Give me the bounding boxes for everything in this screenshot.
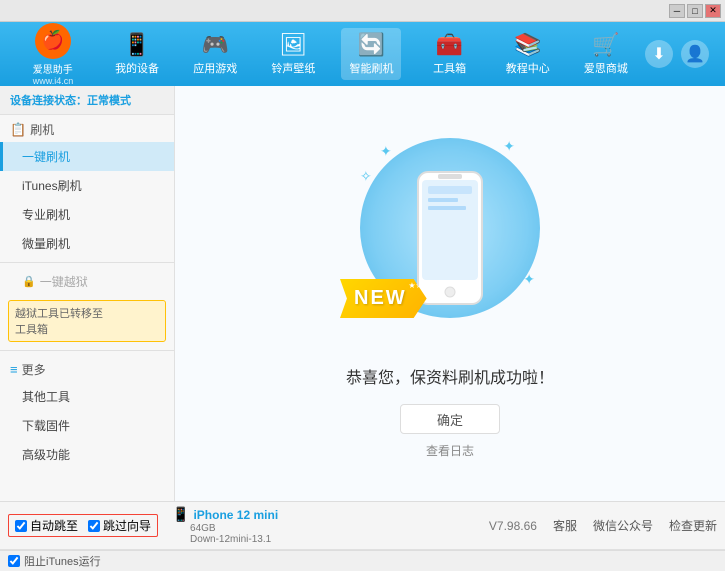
nav-ringtone[interactable]: 🖼 铃声壁纸 (263, 28, 323, 80)
my-device-label: 我的设备 (115, 60, 159, 76)
content-area: ✦ ✦ ✧ ✦ NEW ★★ 恭喜您，保资料刷机成功啦！ 确定 (175, 86, 725, 501)
nav-toolbox[interactable]: 🧰 工具箱 (420, 28, 480, 80)
confirm-button[interactable]: 确定 (400, 404, 500, 434)
lock-icon: 🔒 (22, 275, 36, 288)
revisit-link[interactable]: 查看日志 (426, 442, 474, 459)
title-bar: ─ □ ✕ (0, 0, 725, 22)
sidebar-item-other-tools[interactable]: 其他工具 (0, 382, 174, 411)
skip-wizard-input[interactable] (88, 520, 100, 532)
tutorial-icon: 📚 (514, 32, 541, 58)
mall-label: 爱思商城 (584, 60, 628, 76)
nav-tutorial[interactable]: 📚 教程中心 (498, 28, 558, 80)
sidebar-item-wipe-flash[interactable]: 微量刷机 (0, 229, 174, 258)
nav-right-buttons: ⬇ 👤 (645, 40, 709, 68)
device-storage: 64GB (172, 523, 278, 534)
flash-section-title: 📋 刷机 (0, 115, 174, 142)
more-section-icon: ≡ (10, 362, 18, 377)
my-device-icon: 📱 (123, 32, 150, 58)
top-nav: 🍎 爱思助手 www.i4.cn 📱 我的设备 🎮 应用游戏 🖼 铃声壁纸 🔄 … (0, 22, 725, 86)
sidebar-item-one-key-flash[interactable]: 一键刷机 (0, 142, 174, 171)
version-label: V7.98.66 (489, 519, 537, 533)
status-label: 设备连接状态： (10, 95, 87, 107)
sidebar-item-itunes-flash[interactable]: iTunes刷机 (0, 171, 174, 200)
device-status-row: 自动跳至 跳过向导 📱 iPhone 12 mini 64GB Down-12m… (0, 502, 725, 550)
device-info: 📱 iPhone 12 mini 64GB Down-12mini-13.1 (172, 506, 278, 545)
download-button[interactable]: ⬇ (645, 40, 673, 68)
mall-icon: 🛒 (592, 32, 619, 58)
apps-games-label: 应用游戏 (193, 60, 237, 76)
success-title: 恭喜您，保资料刷机成功啦！ (346, 364, 554, 388)
sidebar-item-advanced[interactable]: 高级功能 (0, 440, 174, 469)
toolbox-label: 工具箱 (433, 60, 466, 76)
minimize-button[interactable]: ─ (669, 4, 685, 18)
sparkle-1: ✦ (380, 143, 392, 160)
sidebar-item-download-firmware[interactable]: 下载固件 (0, 411, 174, 440)
divider-2 (0, 350, 174, 351)
itunes-label: 阻止iTunes运行 (24, 553, 101, 569)
logo-text: 爱思助手 www.i4.cn (33, 61, 74, 86)
device-name: iPhone 12 mini (193, 508, 278, 522)
maximize-button[interactable]: □ (687, 4, 703, 18)
more-section-title: ≡ 更多 (0, 355, 174, 382)
user-button[interactable]: 👤 (681, 40, 709, 68)
nav-smart-flash[interactable]: 🔄 智能刷机 (341, 28, 401, 80)
close-button[interactable]: ✕ (705, 4, 721, 18)
new-banner: NEW ★★ (340, 279, 427, 318)
skip-wizard-label: 跳过向导 (103, 517, 151, 534)
device-status-bar: 设备连接状态：正常模式 (0, 86, 174, 115)
flash-section-icon: 📋 (10, 122, 26, 138)
sparkle-4: ✦ (523, 271, 535, 288)
wechat-link[interactable]: 微信公众号 (593, 517, 653, 534)
new-badge-text: NEW (354, 287, 407, 310)
auto-jump-input[interactable] (15, 520, 27, 532)
sidebar-item-pro-flash[interactable]: 专业刷机 (0, 200, 174, 229)
auto-jump-label: 自动跳至 (30, 517, 78, 534)
smart-flash-icon: 🔄 (358, 32, 385, 58)
ringtone-label: 铃声壁纸 (271, 60, 315, 76)
nav-my-device[interactable]: 📱 我的设备 (107, 28, 167, 80)
logo: 🍎 爱思助手 www.i4.cn (8, 23, 98, 86)
bottom-area: 自动跳至 跳过向导 📱 iPhone 12 mini 64GB Down-12m… (0, 501, 725, 571)
nav-items: 📱 我的设备 🎮 应用游戏 🖼 铃声壁纸 🔄 智能刷机 🧰 工具箱 📚 教程中心… (98, 28, 645, 80)
nav-mall[interactable]: 🛒 爱思商城 (576, 28, 636, 80)
status-value: 正常模式 (87, 95, 131, 107)
apps-games-icon: 🎮 (202, 32, 229, 58)
toolbox-icon: 🧰 (436, 32, 463, 58)
sparkle-3: ✧ (360, 168, 372, 185)
success-illustration: ✦ ✦ ✧ ✦ NEW ★★ (350, 128, 550, 348)
auto-jump-checkbox[interactable]: 自动跳至 (15, 517, 78, 534)
main-layout: 设备连接状态：正常模式 📋 刷机 一键刷机 iTunes刷机 专业刷机 微量刷机… (0, 86, 725, 501)
tutorial-label: 教程中心 (506, 60, 550, 76)
jailbreak-notice: 越狱工具已转移至工具箱 (8, 300, 166, 342)
bottom-right-links: V7.98.66 客服 微信公众号 检查更新 (489, 517, 717, 534)
skip-wizard-checkbox[interactable]: 跳过向导 (88, 517, 151, 534)
ringtone-icon: 🖼 (279, 32, 307, 58)
logo-icon: 🍎 (35, 23, 71, 59)
itunes-bar: 阻止iTunes运行 (0, 550, 725, 571)
device-phone-icon: 📱 (172, 506, 189, 523)
nav-apps-games[interactable]: 🎮 应用游戏 (185, 28, 245, 80)
checkbox-group: 自动跳至 跳过向导 (8, 514, 158, 537)
sparkle-2: ✦ (503, 138, 515, 155)
support-link[interactable]: 客服 (553, 517, 577, 534)
jailbreak-section: 🔒 一键越狱 (0, 267, 174, 296)
smart-flash-label: 智能刷机 (349, 60, 393, 76)
itunes-checkbox[interactable] (8, 555, 20, 567)
device-model: Down-12mini-13.1 (172, 534, 278, 545)
sidebar: 设备连接状态：正常模式 📋 刷机 一键刷机 iTunes刷机 专业刷机 微量刷机… (0, 86, 175, 501)
phone-svg (410, 168, 490, 308)
check-update-link[interactable]: 检查更新 (669, 517, 717, 534)
divider-1 (0, 262, 174, 263)
